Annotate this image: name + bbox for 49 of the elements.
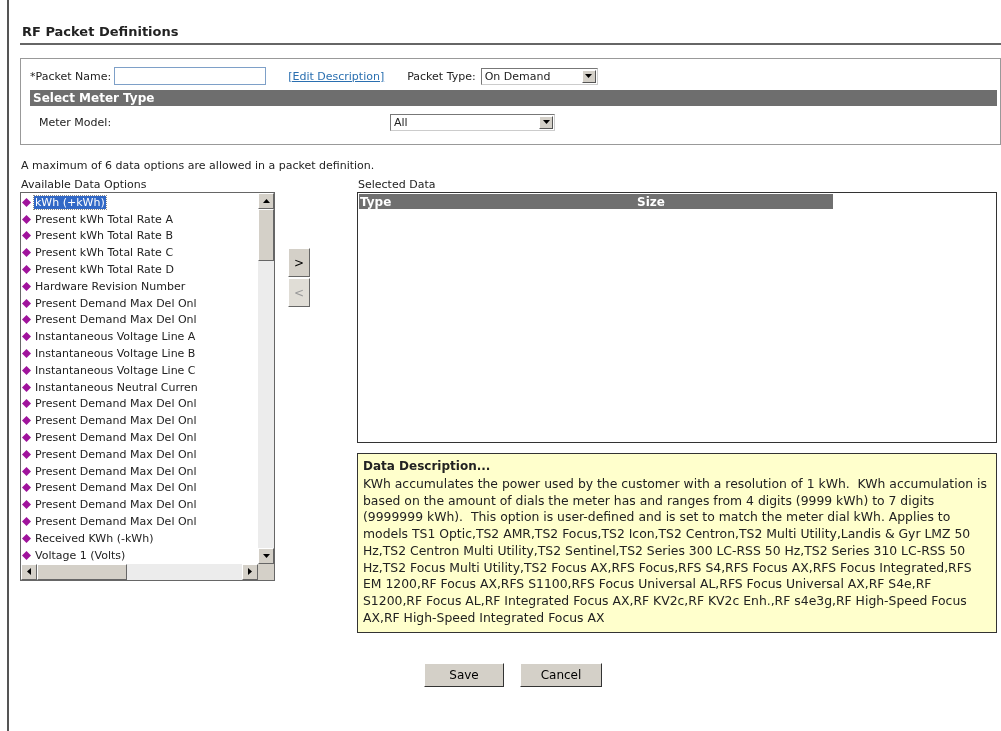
available-options-label: Available Data Options [21,178,148,191]
section-header: Select Meter Type [30,90,997,106]
option-item[interactable]: Present kWh Total Rate B [34,229,174,243]
option-item[interactable]: Present Demand Max Del Onl [34,397,198,411]
horizontal-scrollbar[interactable] [21,563,274,580]
option-item[interactable]: Present Demand Max Del Onl [34,414,198,428]
option-item[interactable]: Present Demand Max Del Onl [34,447,198,461]
option-item[interactable]: Present kWh Total Rate A [34,212,174,226]
meter-model-label: Meter Model: [38,115,113,129]
column-header: Type [359,194,393,209]
scroll-left-icon [21,563,37,580]
selected-data-label: Selected Data [358,178,437,191]
page-title: RF Packet Definitions [21,24,180,39]
option-item[interactable]: Instantaneous Voltage Line A [34,330,197,344]
meter-model-select[interactable]: All [390,113,555,131]
option-item[interactable]: Instantaneous Voltage Line B [34,347,197,361]
option-item[interactable]: Instantaneous Neutral Curren [34,380,199,394]
option-item[interactable]: Present kWh Total Rate D [34,263,175,277]
option-item[interactable]: Voltage 1 (Volts) [34,548,127,562]
description-text: KWh accumulates the power used by the customer with a resolution of 1 kWh. KWh accumulation is based on the amount of dials the meter has and ranges from 4 digits (9999 kWh) to 7 digits (9999999 kWh). This option is user-defined and is set to match the meter dial kWh. Applies to models TS1 Optic,TS2 AMR,TS2 Focus,TS2 Icon,TS2 Centron,TS2 Multi Utility,Landis & Gyr LMZ 50 Hz,TS2 Centron Multi Utility,TS2 Sentinel,TS2 Series 300 LC-RSS 50 Hz,TS2 Series 310 LC-RSS 50 Hz,TS2 Focus Multi Utility,TS2 Focus AX,RFS Focus,RFS S4,RFS Focus AX,RFS Focus Integrated,RFS EM 1200,RF Focus AX,RFS S1100,RFS Focus Universal AL,RFS Focus Universal AX,RF S4e,RF S1200,RF Focus AL,RF Integrated Focus AX,RF KV2c,RF KV2c Enh.,RF s4e3g,RF High-Speed Focus AX,RF High-Speed Integrated Focus AX [363,476,988,627]
scroll-thumb[interactable] [37,563,127,580]
packet-type-select[interactable]: On Demand [480,67,598,85]
edit-description-link[interactable]: [Edit Description] [288,69,385,83]
option-item[interactable]: Hardware Revision Number [34,279,187,293]
option-item[interactable]: Present Demand Max Del Onl [34,464,198,478]
column-header: Size [636,194,665,209]
scroll-thumb[interactable] [258,209,274,261]
option-item[interactable]: Present Demand Max Del Onl [34,481,198,495]
move-button[interactable]: > [288,248,310,277]
option-item[interactable]: kWh (+kWh) [34,195,106,209]
packet-name-field[interactable] [114,67,267,85]
packet-type-label: Packet Type: [407,69,476,83]
scroll-up-icon [258,193,274,209]
option-item[interactable]: Instantaneous Voltage Line C [34,363,197,377]
save-button[interactable]: Save [424,663,504,688]
notice-text: A maximum of 6 data options are allowed in a packet definition. [21,159,376,172]
packet-name-label: *Packet Name: [30,69,112,83]
options-listbox[interactable] [20,192,275,581]
option-item[interactable]: Present kWh Total Rate C [34,246,175,260]
option-item[interactable]: Present Demand Max Del Onl [34,296,198,310]
scroll-right-icon [242,563,258,580]
option-item[interactable]: Present Demand Max Del Onl [34,313,198,327]
description-title: Data Description... [363,459,492,473]
option-item[interactable]: Present Demand Max Del Onl [34,515,198,529]
option-item[interactable]: Present Demand Max Del Onl [34,498,198,512]
option-item[interactable]: Received KWh (-kWh) [34,531,155,545]
cancel-button[interactable]: Cancel [520,663,602,688]
vertical-scrollbar[interactable] [258,193,274,564]
option-item[interactable]: Present Demand Max Del Onl [34,431,198,445]
